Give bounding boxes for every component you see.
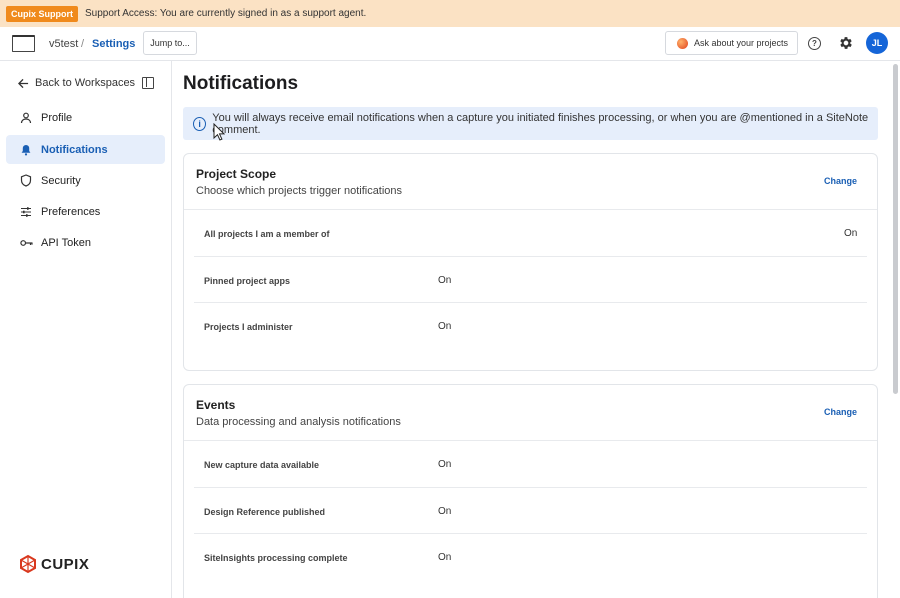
card-header: Project Scope Choose which projects trig…: [184, 154, 877, 210]
cupix-logo: CUPIX: [18, 554, 89, 574]
info-icon: i: [193, 116, 207, 131]
support-message: Support Access: You are currently signed…: [85, 8, 367, 19]
main-content: Notifications i You will always receive …: [172, 61, 890, 598]
setting-label: SiteInsights processing complete: [204, 553, 348, 563]
change-button[interactable]: Change: [824, 176, 857, 186]
gear-icon[interactable]: [838, 35, 854, 51]
user-avatar[interactable]: JL: [866, 32, 888, 54]
collapse-sidebar-icon[interactable]: [142, 77, 154, 89]
setting-row: Projects I administer On: [194, 303, 867, 350]
cupix-logo-icon: [20, 554, 36, 574]
card-subtitle: Data processing and analysis notificatio…: [196, 416, 401, 428]
setting-value: On: [438, 552, 452, 563]
ask-ai-button[interactable]: Ask about your projects: [665, 31, 798, 55]
breadcrumb-separator: /: [81, 38, 85, 50]
setting-value: On: [438, 459, 452, 470]
sidebar-item-notifications[interactable]: Notifications: [6, 135, 165, 164]
page-title: Notifications: [183, 73, 299, 94]
events-card: Events Data processing and analysis noti…: [183, 384, 878, 598]
project-scope-card: Project Scope Choose which projects trig…: [183, 153, 878, 371]
sidebar-item-label: API Token: [41, 236, 91, 249]
setting-label: Design Reference published: [204, 506, 326, 517]
back-label: Back to Workspaces: [35, 77, 136, 89]
setting-label: All projects I am a member of: [204, 229, 330, 239]
setting-row: New capture data available On: [194, 441, 867, 488]
mouse-cursor-icon: [213, 123, 225, 141]
arrow-left-icon: [18, 78, 29, 88]
app-logo-icon[interactable]: [12, 35, 35, 52]
sliders-icon: [19, 205, 33, 219]
ai-spark-icon: [677, 37, 688, 49]
settings-sidebar: Back to Workspaces Profile Notifications…: [0, 61, 172, 598]
support-banner: Cupix Support Support Access: You are cu…: [0, 0, 900, 27]
setting-value: On: [438, 321, 452, 332]
setting-row: SiteInsights processing complete On: [194, 534, 867, 581]
info-banner: i You will always receive email notifica…: [183, 107, 878, 140]
card-header: Events Data processing and analysis noti…: [184, 385, 877, 441]
top-bar: v5test / Settings Jump to... Ask about y…: [0, 27, 900, 61]
setting-value: On: [438, 274, 452, 286]
ask-ai-label: Ask about your projects: [694, 38, 789, 48]
sidebar-item-profile[interactable]: Profile: [6, 103, 165, 132]
brand-text: CUPIX: [41, 555, 90, 573]
card-subtitle: Choose which projects trigger notificati…: [196, 185, 403, 197]
sidebar-item-label: Profile: [41, 111, 73, 124]
sidebar-item-security[interactable]: Security: [6, 166, 165, 195]
person-icon: [19, 111, 33, 125]
jump-to-button[interactable]: Jump to...: [143, 31, 197, 55]
breadcrumb-workspace[interactable]: v5test: [49, 38, 78, 50]
sidebar-item-preferences[interactable]: Preferences: [6, 197, 165, 226]
bell-icon: [19, 143, 33, 157]
setting-value: On: [438, 505, 452, 517]
setting-label: Pinned project apps: [204, 275, 291, 286]
setting-value: On: [844, 228, 858, 239]
shield-icon: [19, 174, 33, 188]
setting-label: New capture data available: [204, 460, 320, 470]
setting-row: All projects I am a member of On: [194, 210, 867, 257]
card-title: Events: [196, 398, 236, 412]
card-title: Project Scope: [196, 167, 277, 181]
help-icon[interactable]: ?: [808, 37, 821, 50]
sidebar-item-label: Preferences: [41, 205, 101, 218]
scrollbar-thumb[interactable]: [893, 64, 898, 394]
info-text: You will always receive email notificati…: [212, 111, 869, 136]
sidebar-item-label: Security: [41, 174, 81, 187]
sidebar-item-api-token[interactable]: API Token: [6, 228, 165, 257]
setting-row: Pinned project apps On: [194, 257, 867, 303]
change-button[interactable]: Change: [824, 407, 857, 417]
breadcrumb-current[interactable]: Settings: [92, 38, 135, 50]
key-icon: [19, 236, 33, 250]
setting-label: Projects I administer: [204, 322, 293, 332]
back-to-workspaces-link[interactable]: Back to Workspaces: [18, 77, 135, 89]
setting-row: Design Reference published On: [194, 488, 867, 534]
support-badge: Cupix Support: [6, 5, 78, 22]
sidebar-item-label: Notifications: [41, 143, 108, 156]
